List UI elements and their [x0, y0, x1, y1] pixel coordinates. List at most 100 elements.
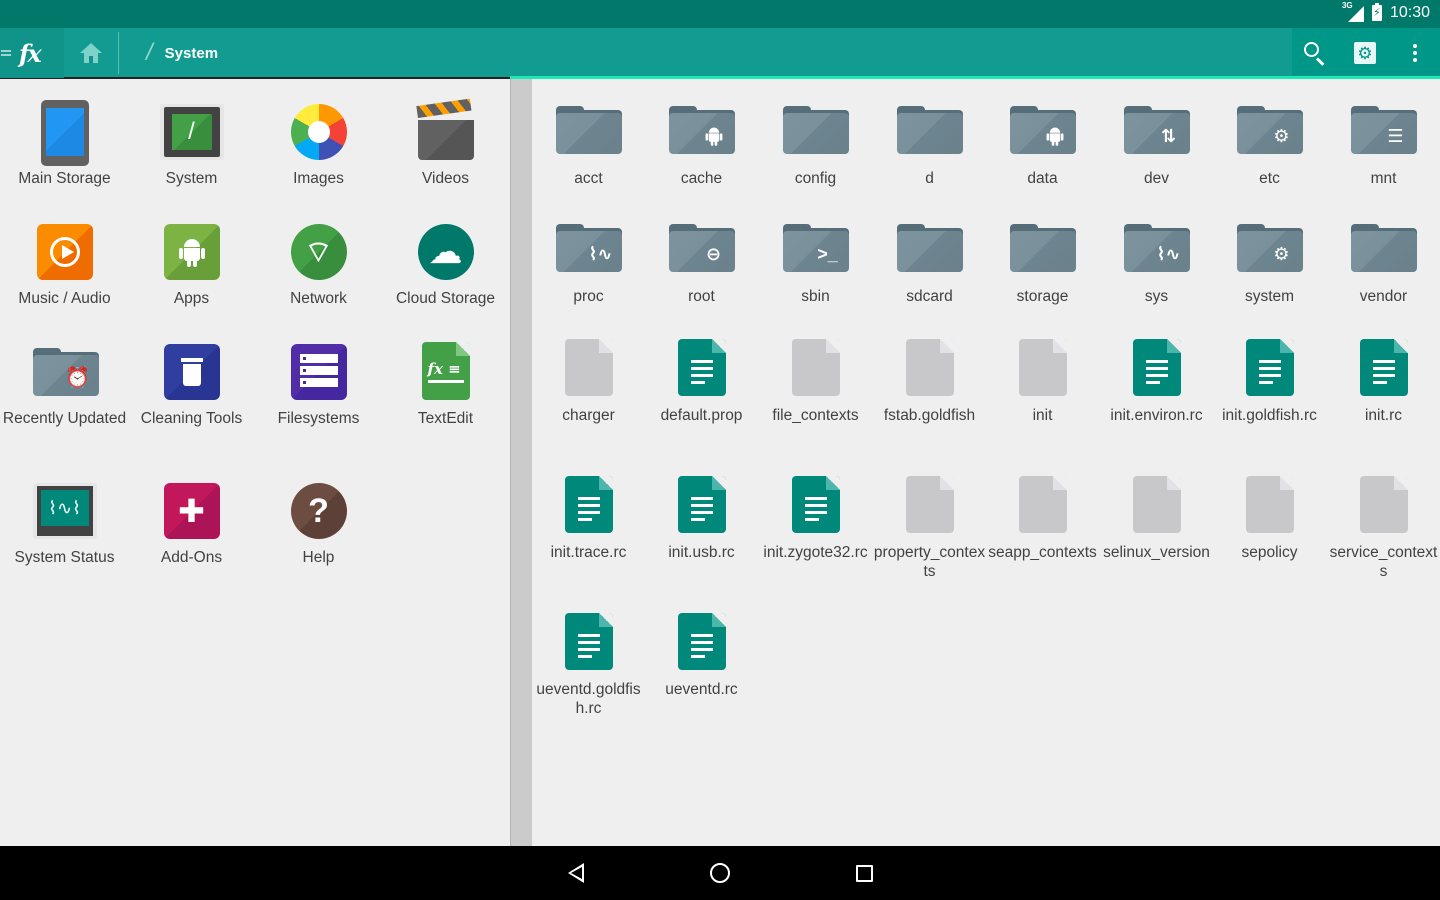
shortcut-label: TextEdit	[417, 410, 474, 427]
recents-button[interactable]	[834, 846, 894, 900]
shortcut-help[interactable]: ? Help	[255, 479, 382, 567]
file-item[interactable]: seapp_contexts	[986, 474, 1099, 562]
generic-file-icon	[1018, 476, 1067, 533]
file-item[interactable]: property_contexts	[873, 474, 986, 581]
file-item[interactable]: init.environ.rc	[1100, 337, 1213, 425]
folder-item[interactable]: ⚙ etc	[1213, 100, 1326, 188]
shortcut-system[interactable]: / System	[128, 100, 255, 188]
system-root-icon: /	[159, 104, 224, 160]
folder-icon: ⚙	[1236, 224, 1303, 272]
file-item[interactable]: service_contexts	[1327, 474, 1440, 581]
back-button[interactable]	[546, 846, 606, 900]
breadcrumb-root[interactable]: /	[146, 39, 153, 67]
pulse-monitor-icon: ⌇∿⌇	[32, 483, 97, 539]
folder-icon: ⚙	[1236, 106, 1303, 154]
shortcut-textedit[interactable]: fx ≡ TextEdit	[382, 340, 509, 428]
file-name: config	[794, 170, 837, 187]
shortcut-label: Apps	[173, 290, 210, 307]
file-item[interactable]: selinux_version	[1100, 474, 1213, 562]
folder-item[interactable]: ⌇∿ sys	[1100, 218, 1213, 306]
folder-item[interactable]: storage	[986, 218, 1099, 306]
file-name: property_contexts	[873, 544, 986, 580]
shortcut-label: Cleaning Tools	[140, 410, 243, 427]
file-name: seapp_contexts	[988, 544, 1097, 561]
toolbar-divider	[118, 32, 119, 74]
folder-item[interactable]: ☰ mnt	[1327, 100, 1440, 188]
shortcut-add-ons[interactable]: ✚ Add-Ons	[128, 479, 255, 567]
shortcut-videos[interactable]: Videos	[382, 98, 509, 188]
folder-item[interactable]: sdcard	[873, 218, 986, 306]
android-glyph-icon	[701, 124, 727, 148]
file-name: file_contexts	[772, 407, 859, 424]
file-item[interactable]: file_contexts	[759, 337, 872, 425]
pulse-icon: ⌇∿	[588, 244, 613, 264]
folder-icon	[896, 106, 963, 154]
folder-item[interactable]: ⚙ system	[1213, 218, 1326, 306]
generic-file-icon	[1359, 476, 1408, 533]
shortcut-main-storage[interactable]: Main Storage	[1, 100, 128, 188]
folder-icon	[1009, 106, 1076, 154]
file-name: storage	[1016, 288, 1069, 305]
file-item[interactable]: init.rc	[1327, 337, 1440, 425]
shortcut-music-audio[interactable]: Music / Audio	[1, 220, 128, 308]
folder-icon: >_	[782, 224, 849, 272]
folder-item[interactable]: ⇅ dev	[1100, 100, 1213, 188]
home-nav-button[interactable]	[690, 846, 750, 900]
shortcut-label: Filesystems	[277, 410, 360, 427]
page-title[interactable]: System	[165, 45, 218, 62]
shortcut-label: Network	[290, 290, 347, 307]
android-glyph-icon	[1042, 124, 1068, 148]
home-button[interactable]	[64, 28, 118, 78]
folder-item[interactable]: d	[873, 100, 986, 188]
text-file-icon	[677, 476, 726, 533]
search-button[interactable]	[1290, 28, 1340, 78]
folder-icon	[1350, 224, 1417, 272]
text-file-icon	[1359, 339, 1408, 396]
folder-icon	[668, 106, 735, 154]
shortcut-recently-updated[interactable]: ⏰ Recently Updated	[1, 340, 128, 428]
shortcut-filesystems[interactable]: Filesystems	[255, 340, 382, 428]
folder-item[interactable]: acct	[532, 100, 645, 188]
file-item[interactable]: sepolicy	[1213, 474, 1326, 562]
generic-file-icon	[1245, 476, 1294, 533]
folder-item[interactable]: >_ sbin	[759, 218, 872, 306]
pane-divider-handle[interactable]	[510, 79, 532, 846]
file-item[interactable]: charger	[532, 337, 645, 425]
file-item[interactable]: init.trace.rc	[532, 474, 645, 562]
shortcut-system-status[interactable]: ⌇∿⌇ System Status	[1, 479, 128, 567]
folder-item[interactable]: data	[986, 100, 1099, 188]
file-item[interactable]: ueventd.rc	[645, 611, 758, 699]
file-item[interactable]: init.goldfish.rc	[1213, 337, 1326, 425]
puzzle-icon: ✚	[163, 483, 220, 539]
settings-button[interactable]: ⚙	[1340, 28, 1390, 78]
file-name: service_contexts	[1329, 544, 1438, 580]
trash-icon	[163, 344, 220, 400]
file-item[interactable]: ueventd.goldfish.rc	[532, 611, 645, 718]
file-grid: acct cache config d data ⇅ dev ⚙ etc ☰ mnt ⌇∿ proc ⊖ r…	[532, 79, 1440, 846]
file-item[interactable]: init.usb.rc	[645, 474, 758, 562]
shortcut-label: Videos	[421, 170, 470, 187]
shortcut-network[interactable]: ⌔ Network	[255, 220, 382, 308]
shortcut-images[interactable]: Images	[255, 100, 382, 188]
file-item[interactable]: fstab.goldfish	[873, 337, 986, 425]
file-item[interactable]: init.zygote32.rc	[759, 474, 872, 562]
text-file-icon	[1245, 339, 1294, 396]
generic-file-icon	[905, 476, 954, 533]
folder-item[interactable]: ⊖ root	[645, 218, 758, 306]
folder-item[interactable]: ⌇∿ proc	[532, 218, 645, 306]
file-item[interactable]: init	[986, 337, 1099, 425]
folder-item[interactable]: vendor	[1327, 218, 1440, 306]
folder-icon: ⇅	[1123, 106, 1190, 154]
shortcut-cleaning-tools[interactable]: Cleaning Tools	[128, 340, 255, 428]
clapperboard-icon	[415, 98, 474, 160]
shortcut-cloud-storage[interactable]: ☁ Cloud Storage	[382, 220, 509, 308]
file-name: d	[925, 170, 934, 187]
drawer-toggle-button[interactable]: fx	[0, 28, 64, 78]
file-item[interactable]: default.prop	[645, 337, 758, 425]
shortcut-apps[interactable]: Apps	[128, 220, 255, 308]
folder-icon: ☰	[1350, 106, 1417, 154]
text-file-icon	[791, 476, 840, 533]
folder-item[interactable]: config	[759, 100, 872, 188]
folder-item[interactable]: cache	[645, 100, 758, 188]
overflow-menu-button[interactable]	[1390, 28, 1440, 78]
